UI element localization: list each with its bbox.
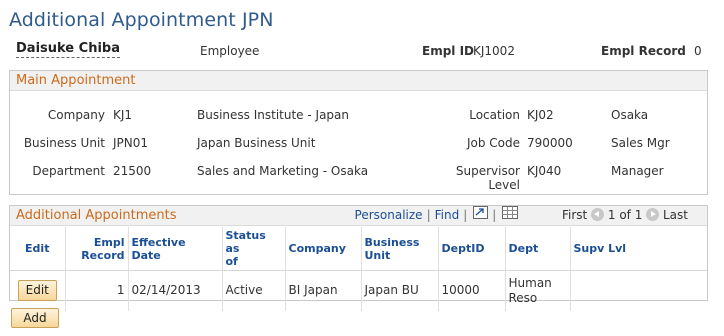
supervisor-level-code: KJ040 <box>527 164 562 178</box>
company-code: KJ1 <box>113 108 133 122</box>
col-status: Status as of <box>222 227 286 271</box>
company-label: Company <box>47 108 105 122</box>
empl-record-label: Empl Record <box>601 44 686 58</box>
col-effective-date[interactable]: Effective Date <box>128 227 223 271</box>
cell-dept-line1: Human <box>508 275 552 290</box>
download-grid-icon[interactable] <box>502 206 519 225</box>
zoom-grid-icon[interactable] <box>473 206 489 225</box>
col-empl-record-line1: Empl <box>93 235 125 249</box>
previous-arrow-icon[interactable] <box>591 208 605 221</box>
page-title: Additional Appointment JPN <box>9 9 274 31</box>
cell-effective-date: 02/14/2013 <box>128 270 223 311</box>
col-empl-record: Empl Record <box>65 227 129 271</box>
main-appointment-panel: Main Appointment Company KJ1 Business In… <box>9 70 708 195</box>
add-button[interactable]: Add <box>11 308 59 328</box>
cell-supv-lvl <box>570 271 707 311</box>
cell-status: Active <box>222 270 286 311</box>
empl-id-value: KJ1002 <box>473 44 515 58</box>
col-edit: Edit <box>10 227 66 271</box>
supervisor-level-label-line1: Supervisor <box>455 164 520 178</box>
location-description: Osaka <box>611 108 649 122</box>
toolbar-separator: | <box>492 208 497 222</box>
employee-name[interactable]: Daisuke Chiba <box>16 41 120 58</box>
col-business-unit-line2: Unit <box>364 248 391 262</box>
cell-business-unit: Japan BU <box>361 270 439 311</box>
table-row: Edit 1 02/14/2013 Active BI Japan Japan … <box>10 270 707 311</box>
grid-toolbar: Personalize | Find | | First 1 of 1 Last <box>355 206 707 226</box>
empl-record-value: 0 <box>694 44 702 58</box>
col-business-unit-line1: Business <box>364 235 420 249</box>
job-code-value: 790000 <box>527 136 573 150</box>
toolbar-separator: | <box>463 208 468 222</box>
additional-appointments-title: Additional Appointments <box>16 208 177 223</box>
main-appointment-header: Main Appointment <box>10 71 707 91</box>
col-business-unit: Business Unit <box>361 227 439 271</box>
col-dept-id[interactable]: DeptID <box>438 227 506 271</box>
location-label: Location <box>469 108 520 122</box>
department-code: 21500 <box>113 164 152 178</box>
col-supv-lvl[interactable]: Supv Lvl <box>570 227 707 271</box>
col-status-line2: of <box>225 255 238 268</box>
department-label: Department <box>32 164 105 178</box>
personalize-link[interactable]: Personalize <box>355 208 423 222</box>
supervisor-level-description: Manager <box>611 164 664 178</box>
location-code: KJ02 <box>527 108 554 122</box>
employee-role: Employee <box>200 44 260 58</box>
job-code-description: Sales Mgr <box>611 136 670 150</box>
company-description: Business Institute - Japan <box>197 108 349 122</box>
edit-button[interactable]: Edit <box>17 280 57 302</box>
last-label: Last <box>663 208 688 222</box>
supervisor-level-label-line2: Level <box>488 178 520 192</box>
business-unit-description: Japan Business Unit <box>197 136 316 150</box>
row-range: 1 of 1 <box>607 208 643 222</box>
job-code-label: Job Code <box>466 136 520 150</box>
col-dept[interactable]: Dept <box>505 227 571 271</box>
business-unit-label: Business Unit <box>23 136 105 150</box>
additional-appointments-header: Additional Appointments Personalize | Find… <box>10 206 707 226</box>
cell-dept-line2: Reso <box>508 290 538 305</box>
cell-dept: Human Reso <box>505 270 571 311</box>
additional-appointments-table: Edit Empl Record Effective Date Status a… <box>10 227 707 311</box>
supervisor-level-label: Supervisor Level <box>430 164 520 192</box>
cell-edit: Edit <box>10 270 66 311</box>
department-description: Sales and Marketing - Osaka <box>197 164 369 178</box>
business-unit-code: JPN01 <box>113 136 149 150</box>
table-header-row: Edit Empl Record Effective Date Status a… <box>10 227 707 271</box>
additional-appointments-grid: Additional Appointments Personalize | Find… <box>9 205 708 311</box>
first-label: First <box>561 208 588 222</box>
col-status-line1: Status as <box>225 229 266 255</box>
next-arrow-icon[interactable] <box>646 208 660 221</box>
col-empl-record-line2: Record <box>81 248 125 262</box>
cell-company: BI Japan <box>285 270 362 311</box>
cell-empl-record: 1 <box>65 270 129 311</box>
col-company[interactable]: Company <box>285 227 362 271</box>
toolbar-separator: | <box>426 208 431 222</box>
cell-dept-id: 10000 <box>438 270 506 311</box>
find-link[interactable]: Find <box>435 208 460 222</box>
empl-id-label: Empl ID <box>422 44 475 58</box>
